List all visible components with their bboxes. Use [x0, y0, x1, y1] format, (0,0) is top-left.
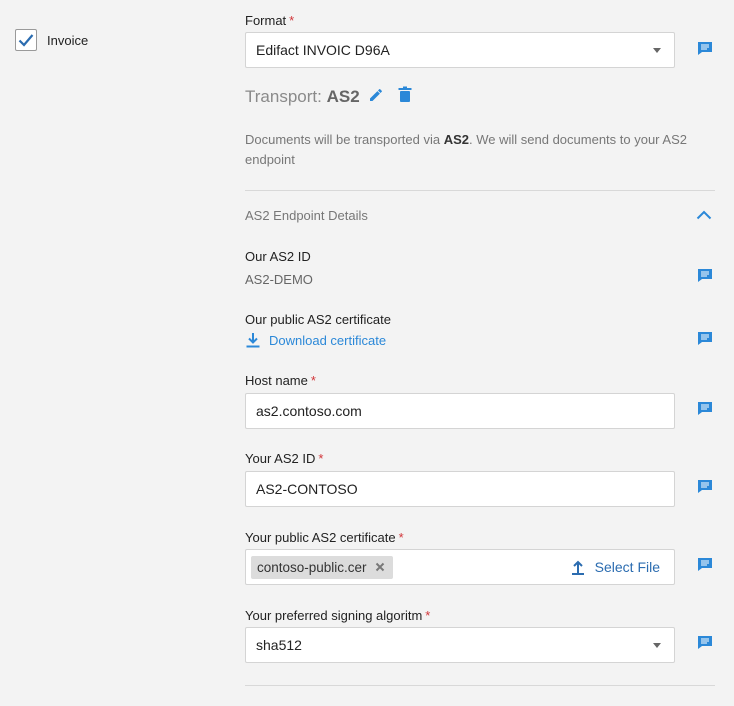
close-icon[interactable]: [375, 562, 385, 572]
check-icon: [18, 34, 34, 47]
our-as2-id-value: AS2-DEMO: [245, 272, 313, 287]
format-label: Format *: [245, 13, 295, 28]
invoice-label: Invoice: [47, 33, 89, 48]
file-chip-name: contoso-public.cer: [257, 559, 367, 575]
host-name-label: Host name *: [245, 373, 316, 388]
comment-icon[interactable]: [697, 557, 713, 572]
divider: [245, 190, 715, 191]
chevron-down-icon: [653, 48, 661, 53]
format-select[interactable]: Edifact INVOIC D96A: [245, 32, 675, 68]
your-as2-id-value: AS2-CONTOSO: [256, 481, 358, 497]
select-file-button[interactable]: Select File: [571, 559, 660, 575]
your-as2-id-label: Your AS2 ID *: [245, 451, 324, 466]
transport-description: Documents will be transported via AS2. W…: [245, 132, 687, 167]
transport-title: Transport: AS2: [245, 87, 360, 106]
our-as2-id-label: Our AS2 ID: [245, 249, 311, 264]
comment-icon[interactable]: [697, 635, 713, 650]
host-name-value: as2.contoso.com: [256, 403, 362, 419]
section-title: AS2 Endpoint Details: [245, 208, 368, 223]
trash-icon[interactable]: [398, 86, 412, 103]
signing-algorithm-select[interactable]: sha512: [245, 627, 675, 663]
comment-icon[interactable]: [697, 268, 713, 283]
download-certificate-label: Download certificate: [269, 332, 387, 348]
download-icon: [246, 333, 260, 348]
comment-icon[interactable]: [697, 401, 713, 416]
format-value: Edifact INVOIC D96A: [256, 42, 390, 58]
chevron-up-icon[interactable]: [696, 210, 712, 220]
chevron-down-icon: [653, 643, 661, 648]
file-chip: contoso-public.cer: [251, 555, 393, 579]
download-certificate-link[interactable]: Download certificate: [245, 332, 386, 348]
your-cert-file-field[interactable]: contoso-public.cer Select File: [245, 549, 675, 585]
divider: [245, 685, 715, 686]
select-file-label: Select File: [594, 559, 660, 575]
comment-icon[interactable]: [697, 41, 713, 56]
our-cert-label: Our public AS2 certificate: [245, 312, 391, 327]
comment-icon[interactable]: [697, 479, 713, 494]
upload-icon: [571, 560, 584, 575]
host-name-input[interactable]: as2.contoso.com: [245, 393, 675, 429]
signing-algorithm-label: Your preferred signing algoritm *: [245, 608, 431, 623]
signing-algorithm-value: sha512: [256, 637, 302, 653]
invoice-checkbox[interactable]: [15, 29, 37, 51]
edit-pencil-icon[interactable]: [368, 87, 384, 103]
your-as2-id-input[interactable]: AS2-CONTOSO: [245, 471, 675, 507]
your-cert-label: Your public AS2 certificate *: [245, 530, 404, 545]
comment-icon[interactable]: [697, 331, 713, 346]
